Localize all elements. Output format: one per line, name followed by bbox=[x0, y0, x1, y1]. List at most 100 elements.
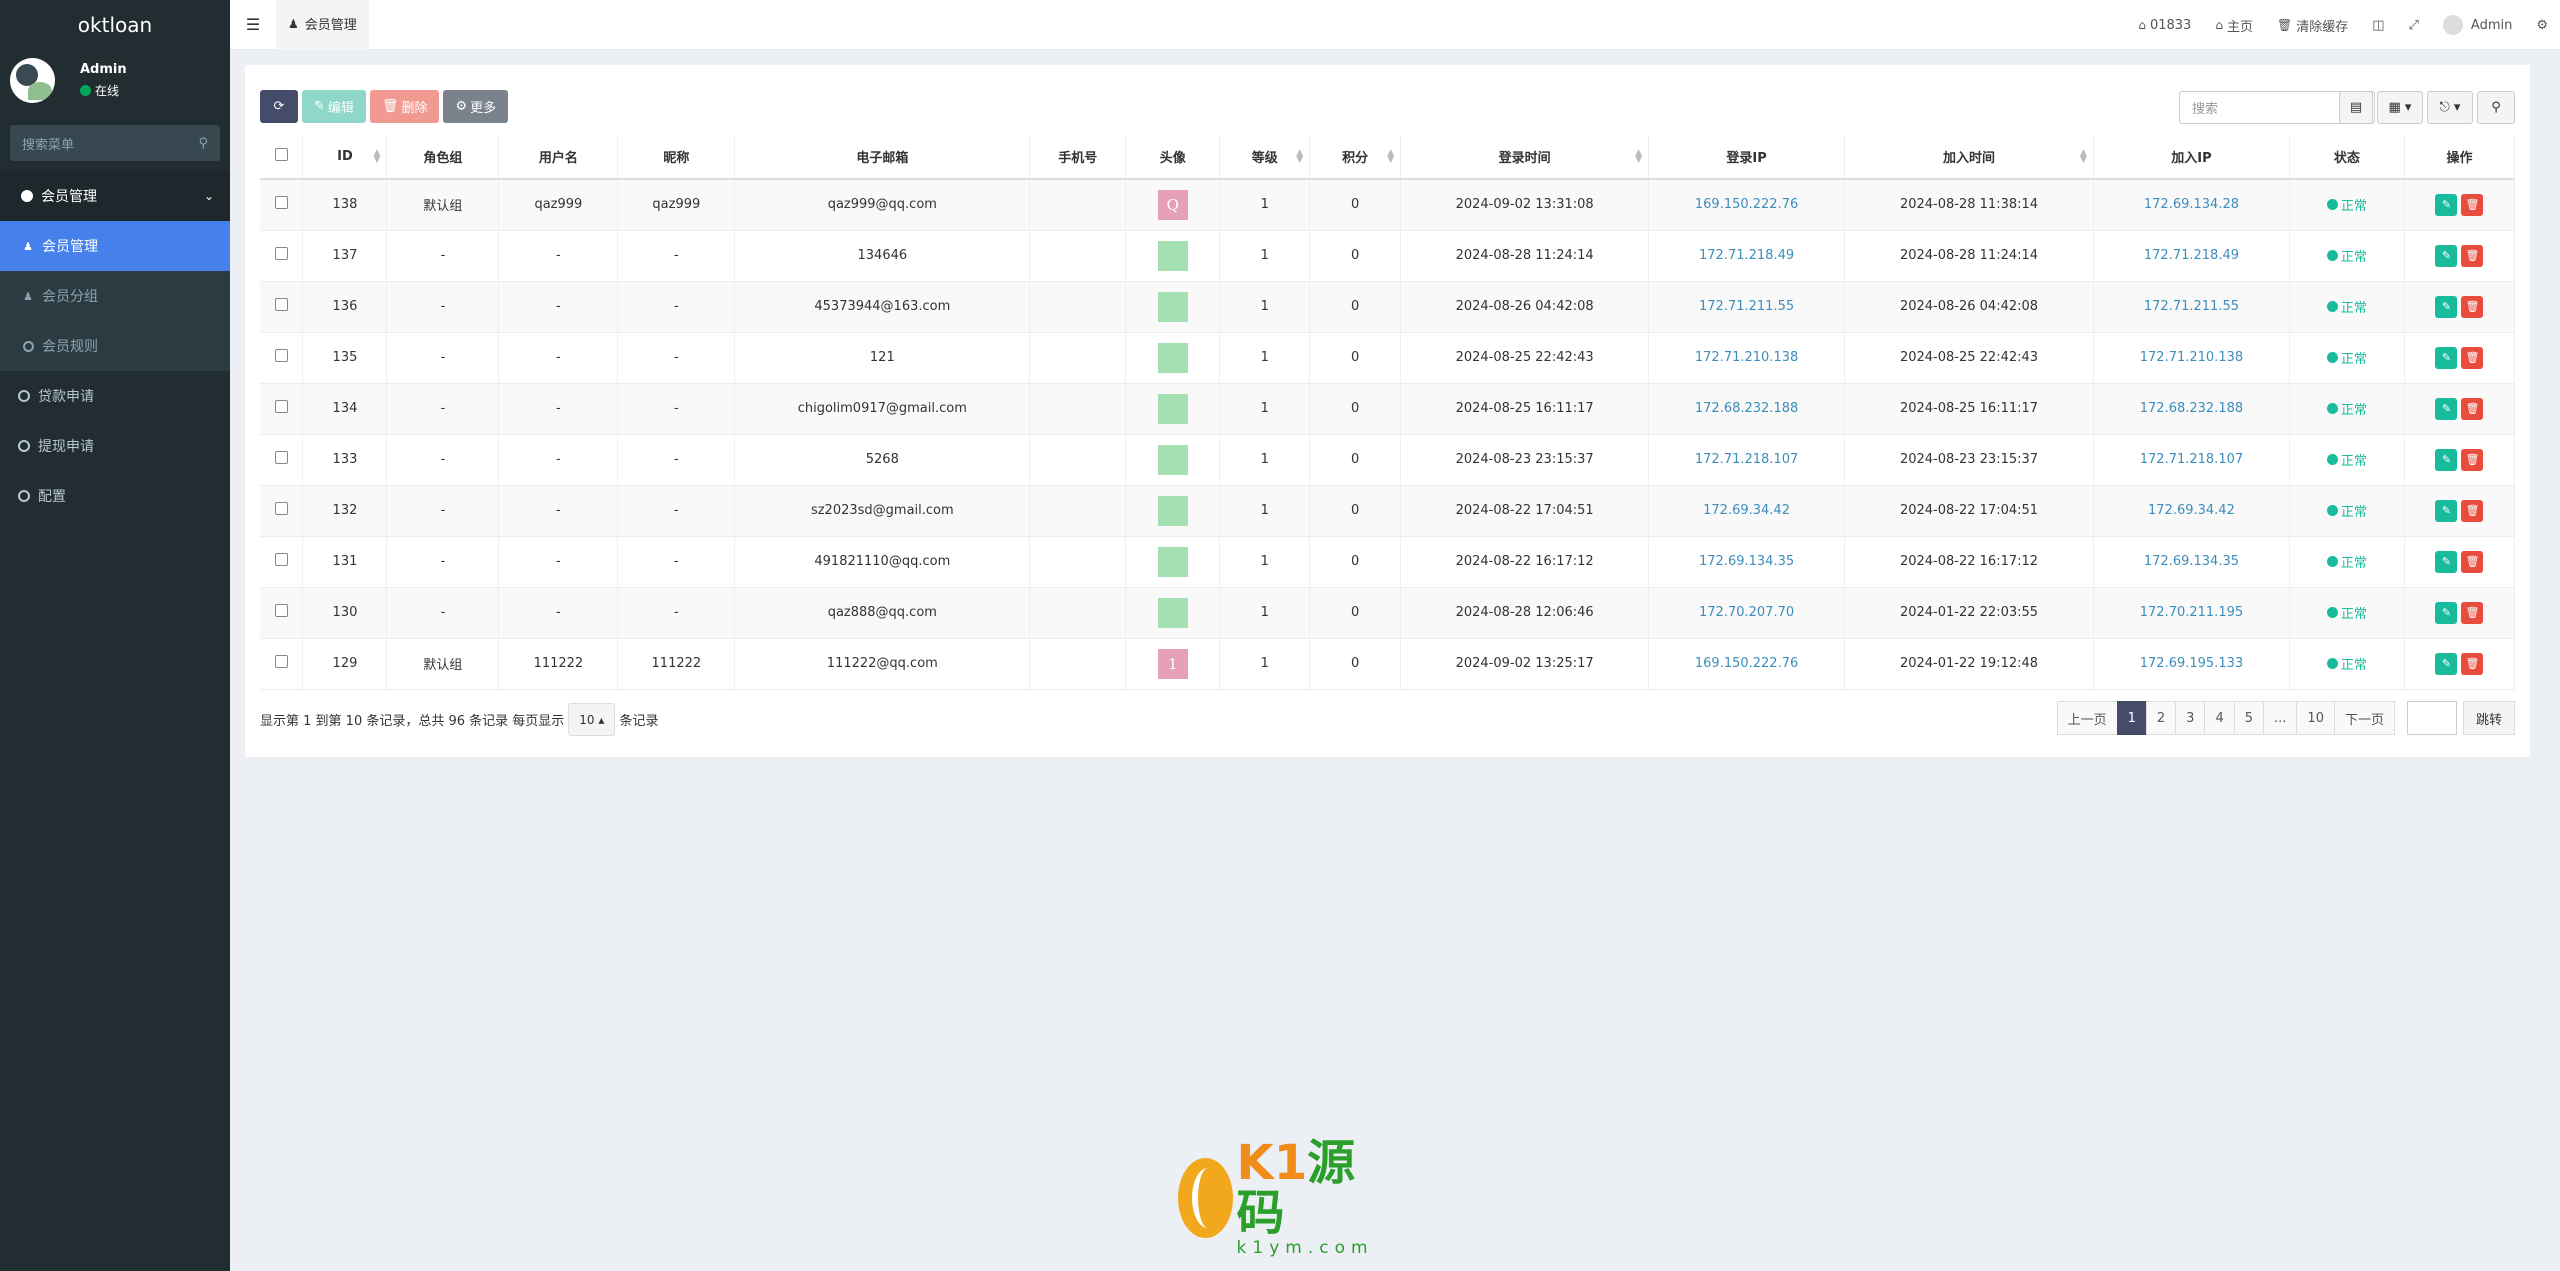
row-delete-button[interactable]: 🗑 bbox=[2461, 193, 2484, 216]
cell-joinip[interactable]: 172.68.232.188 bbox=[2093, 383, 2290, 435]
row-checkbox[interactable] bbox=[274, 451, 288, 464]
row-checkbox[interactable] bbox=[274, 298, 288, 311]
cell-joinip[interactable]: 172.69.134.35 bbox=[2093, 536, 2290, 588]
table-row[interactable]: 131- - -491821110@qq.com 1 0 2024-08-22 16:17… bbox=[260, 536, 2516, 588]
col-id[interactable]: ID ▲ ▼ bbox=[302, 135, 388, 180]
cell-loginip[interactable]: 172.68.232.188 bbox=[1648, 383, 1846, 435]
row-edit-button[interactable]: ✎ bbox=[2435, 244, 2458, 267]
cell-joinip[interactable]: 172.71.210.138 bbox=[2093, 332, 2290, 384]
col-logintime[interactable]: 登录时间 ▲ ▼ bbox=[1400, 135, 1650, 180]
select-all-checkbox-cell[interactable] bbox=[260, 135, 304, 180]
cell-loginip[interactable]: 172.70.207.70 bbox=[1648, 587, 1846, 639]
topbar-clear-cache[interactable]: 🗑 清除缓存 bbox=[2265, 0, 2360, 50]
page-jump-button[interactable]: 跳转 bbox=[2462, 701, 2515, 735]
row-checkbox-cell[interactable] bbox=[260, 587, 304, 639]
row-checkbox[interactable] bbox=[274, 400, 288, 413]
page-prev[interactable]: 上一页 bbox=[2056, 701, 2118, 735]
menu-toggle-icon[interactable]: ☰ bbox=[230, 0, 276, 50]
row-checkbox[interactable] bbox=[274, 604, 288, 617]
row-checkbox-cell[interactable] bbox=[260, 638, 304, 690]
row-edit-button[interactable]: ✎ bbox=[2435, 448, 2458, 471]
page-jump-input[interactable] bbox=[2406, 701, 2457, 735]
row-delete-button[interactable]: 🗑 bbox=[2461, 550, 2484, 573]
select-all-checkbox[interactable] bbox=[274, 148, 288, 161]
row-checkbox[interactable] bbox=[274, 247, 288, 260]
row-delete-button[interactable]: 🗑 bbox=[2461, 295, 2484, 318]
table-row[interactable]: 132- - - sz2023sd@gmail.com 1 0 2024-08-22 17:… bbox=[260, 485, 2516, 537]
refresh-button[interactable]: ⟳ bbox=[260, 90, 298, 123]
row-checkbox-cell[interactable] bbox=[260, 536, 304, 588]
sidebar-group-member[interactable]: 会员管理 ⌄ bbox=[0, 171, 230, 221]
row-checkbox-cell[interactable] bbox=[260, 230, 304, 282]
col-score[interactable]: 积分 ▲ ▼ bbox=[1309, 135, 1402, 180]
table-row[interactable]: 134- - - chigolim0917@gmail.com 1 0 2024-08-25… bbox=[260, 383, 2516, 435]
table-row[interactable]: 129 默认组 111222 111222 111222@qq.com 1 1 0 2024-0… bbox=[260, 638, 2516, 690]
edit-button[interactable]: ✎ 编辑 bbox=[302, 90, 366, 123]
row-delete-button[interactable]: 🗑 bbox=[2461, 601, 2484, 624]
cell-joinip[interactable]: 172.69.195.133 bbox=[2093, 638, 2290, 690]
cell-joinip[interactable]: 172.71.218.107 bbox=[2093, 434, 2290, 486]
advanced-search-button[interactable]: ⚲ bbox=[2477, 91, 2515, 124]
page-number[interactable]: 5 bbox=[2233, 701, 2265, 735]
export-button[interactable]: ⎋ ▾ bbox=[2427, 91, 2473, 124]
row-checkbox[interactable] bbox=[274, 502, 288, 515]
sidebar-item-loan[interactable]: 贷款申请 bbox=[0, 371, 230, 421]
col-jointime[interactable]: 加入时间 ▲ ▼ bbox=[1844, 135, 2094, 180]
row-checkbox-cell[interactable] bbox=[260, 434, 304, 486]
row-checkbox[interactable] bbox=[274, 553, 288, 566]
page-size-select[interactable]: 10 ▴ bbox=[568, 703, 616, 736]
table-row[interactable]: 133- - -5268 1 0 2024-08-23 23:15:37 172.71.21… bbox=[260, 434, 2516, 486]
cell-loginip[interactable]: 172.71.218.49 bbox=[1648, 230, 1846, 282]
cell-loginip[interactable]: 172.71.218.107 bbox=[1648, 434, 1846, 486]
row-checkbox[interactable] bbox=[274, 196, 288, 210]
cell-loginip[interactable]: 172.71.210.138 bbox=[1648, 332, 1846, 384]
cell-loginip[interactable]: 172.71.211.55 bbox=[1648, 281, 1846, 333]
toggle-view-button[interactable]: ▤ bbox=[2339, 91, 2373, 124]
row-delete-button[interactable]: 🗑 bbox=[2461, 397, 2484, 420]
cell-loginip[interactable]: 172.69.134.35 bbox=[1648, 536, 1846, 588]
row-edit-button[interactable]: ✎ bbox=[2435, 193, 2458, 216]
app-logo[interactable]: oktloan bbox=[0, 0, 230, 50]
row-delete-button[interactable]: 🗑 bbox=[2461, 346, 2484, 369]
row-edit-button[interactable]: ✎ bbox=[2435, 499, 2458, 522]
row-edit-button[interactable]: ✎ bbox=[2435, 397, 2458, 420]
cell-joinip[interactable]: 172.71.218.49 bbox=[2093, 230, 2290, 282]
sidebar-search-input[interactable]: 搜索菜单 ⚲ bbox=[10, 125, 220, 161]
row-delete-button[interactable]: 🗑 bbox=[2461, 448, 2484, 471]
row-checkbox[interactable] bbox=[274, 655, 288, 668]
row-edit-button[interactable]: ✎ bbox=[2435, 601, 2458, 624]
row-checkbox-cell[interactable] bbox=[260, 485, 304, 537]
sidebar-item-member-manage[interactable]: ♟ 会员管理 bbox=[0, 221, 230, 271]
search-icon[interactable]: ⚲ bbox=[198, 136, 208, 151]
topbar-admin[interactable]: Admin bbox=[2431, 0, 2524, 50]
topbar-code[interactable]: ⌂ 01833 bbox=[2126, 0, 2203, 50]
row-checkbox-cell[interactable] bbox=[260, 383, 304, 435]
table-row[interactable]: 136- - -45373944@163.com 1 0 2024-08-26 04:42… bbox=[260, 281, 2516, 333]
fullscreen-icon[interactable]: ⤢ bbox=[2397, 0, 2431, 50]
page-number[interactable]: 1 bbox=[2116, 701, 2147, 735]
cell-loginip[interactable]: 169.150.222.76 bbox=[1648, 179, 1846, 231]
row-checkbox-cell[interactable] bbox=[260, 332, 304, 384]
cell-loginip[interactable]: 172.69.34.42 bbox=[1648, 485, 1846, 537]
row-checkbox[interactable] bbox=[274, 349, 288, 362]
sidebar-item-member-rule[interactable]: 会员规则 bbox=[0, 321, 230, 371]
row-edit-button[interactable]: ✎ bbox=[2435, 346, 2458, 369]
row-checkbox-cell[interactable] bbox=[260, 179, 304, 231]
cell-joinip[interactable]: 172.69.134.28 bbox=[2093, 179, 2290, 231]
row-delete-button[interactable]: 🗑 bbox=[2461, 499, 2484, 522]
cell-joinip[interactable]: 172.69.34.42 bbox=[2093, 485, 2290, 537]
translate-icon[interactable]: ◫ bbox=[2360, 0, 2396, 50]
page-number[interactable]: 4 bbox=[2204, 701, 2235, 735]
cell-loginip[interactable]: 169.150.222.76 bbox=[1648, 638, 1846, 690]
table-row[interactable]: 130- - - qaz888@qq.com 1 0 2024-08-28 12:06:46… bbox=[260, 587, 2516, 639]
row-delete-button[interactable]: 🗑 bbox=[2461, 652, 2484, 675]
delete-button[interactable]: 🗑 删除 bbox=[369, 90, 440, 123]
page-number[interactable]: 3 bbox=[2175, 701, 2206, 735]
page-number[interactable]: 10 bbox=[2296, 701, 2335, 735]
sidebar-item-withdraw[interactable]: 提现申请 bbox=[0, 421, 230, 471]
table-row[interactable]: 135- - -121 1 0 2024-08-25 22:42:43 172.71.210… bbox=[260, 332, 2516, 384]
row-edit-button[interactable]: ✎ bbox=[2435, 550, 2458, 573]
tab-member-manage[interactable]: ♟ 会员管理 bbox=[276, 0, 369, 50]
settings-icon[interactable]: ⚙ bbox=[2524, 0, 2560, 50]
table-row[interactable]: 138 默认组 qaz999 qaz999 qaz999@qq.com Q 1 0 2024-0… bbox=[260, 179, 2516, 231]
